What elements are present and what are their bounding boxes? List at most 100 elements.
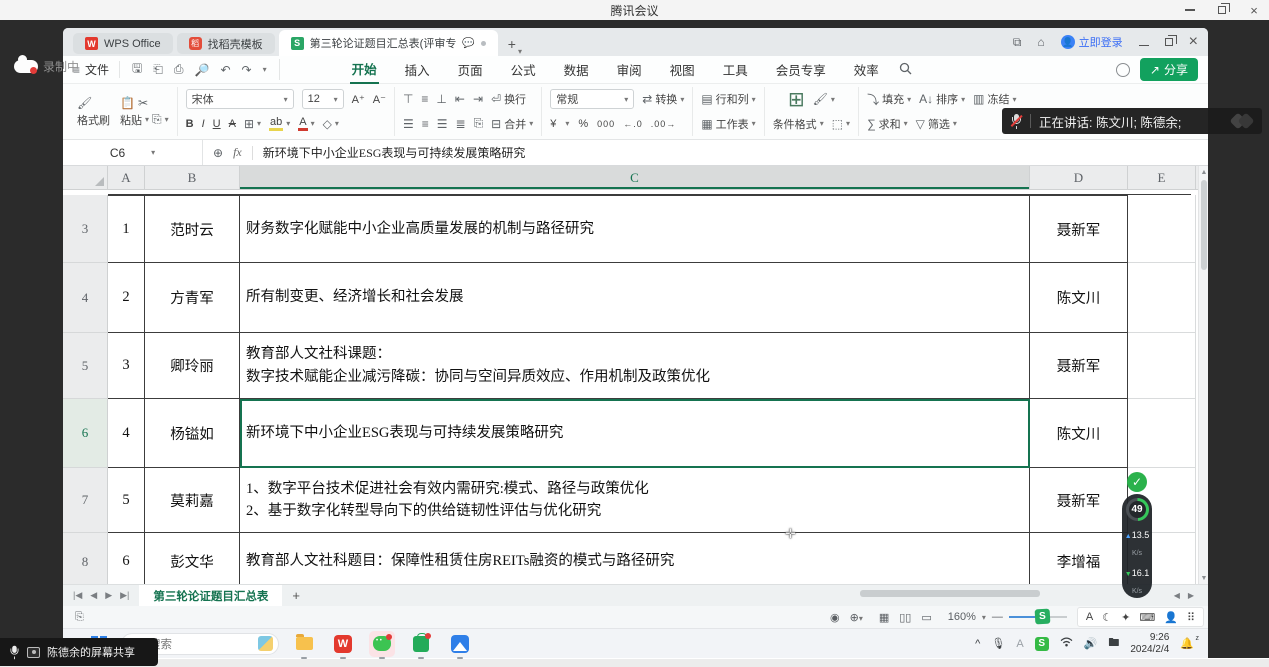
orientation-icon[interactable]: ⎘ (474, 116, 484, 131)
cell-D8[interactable]: 李增福 (1030, 533, 1128, 584)
assistant-icon[interactable] (1116, 63, 1130, 77)
indent-decrease-icon[interactable]: ⇤ (455, 92, 465, 106)
bold-button[interactable]: B (186, 118, 194, 130)
currency-button[interactable]: ¥ (550, 118, 557, 130)
cell-C5[interactable]: 教育部人文社科课题： 数字技术赋能企业减污降碳：协同与空间异质效应、作用机制及政… (240, 333, 1030, 399)
cell-A6[interactable]: 4 (108, 399, 145, 468)
menu-tools[interactable]: 工具 (721, 56, 750, 83)
new-tab-button[interactable]: + (508, 36, 516, 52)
ime-language-icon[interactable]: A (1086, 611, 1093, 623)
wps-restore-button[interactable] (1165, 33, 1173, 51)
battery-icon[interactable]: 🖿 (1108, 634, 1119, 653)
tab-docer-templates[interactable]: 稻 找稻壳模板 (177, 33, 275, 54)
zoom-slider[interactable]: S (1009, 616, 1067, 618)
align-right-icon[interactable]: ☰ (437, 117, 448, 131)
notification-bell-icon[interactable]: 🔔z (1180, 637, 1194, 650)
meeting-minimize-button[interactable] (1183, 3, 1197, 17)
cell-D3[interactable]: 聂新军 (1030, 195, 1128, 263)
freeze-button[interactable]: ▥冻结▾ (973, 91, 1016, 107)
cell-A7[interactable]: 5 (108, 468, 145, 533)
cell-B6[interactable]: 杨镒如 (145, 399, 240, 468)
tab-current-document[interactable]: S 第三轮论证题目汇总表(评审专 💬 (279, 30, 498, 56)
cell-D4[interactable]: 陈文川 (1030, 263, 1128, 333)
indent-increase-icon[interactable]: ⇥ (473, 92, 483, 106)
decimal-increase-button[interactable]: .00→ (651, 119, 677, 129)
cell-C4[interactable]: 所有制变更、经济增长和社会发展 (240, 263, 1030, 333)
cell-B4[interactable]: 方青军 (145, 263, 240, 333)
cell-B3[interactable]: 范时云 (145, 195, 240, 263)
thousands-button[interactable]: 000 (597, 119, 615, 129)
wrap-text-button[interactable]: ⏎换行 (491, 91, 526, 107)
ime-skin-icon[interactable]: 👤 (1164, 611, 1178, 624)
row-header-3[interactable]: 3 (63, 195, 108, 263)
wps-close-button[interactable]: × (1189, 33, 1198, 51)
column-header-A[interactable]: A (108, 166, 145, 189)
align-center-icon[interactable]: ≡ (422, 117, 429, 131)
add-sheet-button[interactable]: + (282, 588, 310, 603)
cell-E5[interactable] (1128, 333, 1196, 399)
row-header-8[interactable]: 8 (63, 533, 108, 584)
center-view-icon[interactable]: ⊕▾ (850, 611, 863, 624)
next-sheet-icon[interactable]: ▶ (105, 590, 112, 601)
number-format-select[interactable]: 常规▾ (550, 89, 634, 109)
cell-C3[interactable]: 财务数字化赋能中小企业高质量发展的机制与路径研究 (240, 195, 1030, 263)
row-header-7[interactable]: 7 (63, 468, 108, 533)
net-speed-widget[interactable]: ✓ 49 ▲13.5 K/s ▼16.1 K/s (1120, 472, 1154, 598)
align-bottom-icon[interactable]: ⊥ (436, 92, 446, 106)
cell-style-button[interactable]: 🖌▾ (813, 92, 835, 106)
file-menu-button[interactable]: ≡ 文件 (73, 61, 120, 78)
clear-format-button[interactable]: ◇▾ (323, 117, 339, 131)
vertical-scroll-thumb[interactable] (1201, 180, 1207, 270)
meeting-close-button[interactable]: × (1247, 3, 1261, 17)
strikethrough-button[interactable]: A (229, 118, 236, 130)
copy-icon[interactable]: ⎘ (152, 112, 162, 127)
column-header-C[interactable]: C (240, 166, 1030, 189)
page-break-view-icon[interactable]: ▯▯ (899, 611, 911, 624)
ime-toolbox-icon[interactable]: ⠿ (1187, 611, 1195, 624)
font-decrease-button[interactable]: A⁻ (373, 93, 386, 106)
column-header-E[interactable]: E (1128, 166, 1196, 189)
output-icon[interactable]: ⎗ (153, 62, 163, 77)
last-sheet-icon[interactable]: ▶| (120, 590, 129, 601)
undo-icon[interactable]: ↶ (220, 63, 230, 77)
file-explorer-icon[interactable] (291, 631, 317, 657)
screen-share-pill[interactable]: 陈德余的屏幕共享 (0, 638, 158, 666)
tray-mic-icon[interactable]: 🎙 (991, 637, 1005, 650)
cell-D5[interactable]: 聂新军 (1030, 333, 1128, 399)
wifi-icon[interactable] (1060, 637, 1073, 650)
ime-fullwidth-icon[interactable]: ☾ (1102, 611, 1112, 624)
cell-D7[interactable]: 聂新军 (1030, 468, 1128, 533)
cell-A8[interactable]: 6 (108, 533, 145, 584)
cell-C7[interactable]: 1、数字平台技术促进社会有效内需研究:模式、路径与政策优化 2、基于数字化转型导… (240, 468, 1030, 533)
cell-border-style-button[interactable]: ⬚▾ (832, 117, 850, 131)
menu-member[interactable]: 会员专享 (774, 56, 828, 83)
namebox-dropdown-icon[interactable]: ▾ (151, 148, 155, 157)
font-name-select[interactable]: 宋体▾ (186, 89, 294, 109)
italic-button[interactable]: I (202, 118, 205, 130)
cell-C6-selected[interactable]: 新环境下中小企业ESG表现与可持续发展策略研究 (240, 399, 1030, 468)
tray-ime-letter[interactable]: A (1016, 638, 1023, 650)
meeting-restore-button[interactable] (1215, 3, 1229, 17)
save-icon[interactable]: 🖫 (132, 59, 142, 80)
menu-home[interactable]: 开始 (350, 55, 379, 84)
highlight-color-button[interactable]: ab▾ (269, 116, 290, 131)
skin-settings-icon[interactable]: ⌂ (1037, 35, 1044, 49)
font-size-select[interactable]: 12▾ (302, 89, 344, 109)
sort-button[interactable]: A↓排序▾ (919, 91, 965, 107)
cell-A5[interactable]: 3 (108, 333, 145, 399)
cell-name-box[interactable]: C6 ▾ (63, 140, 203, 165)
align-middle-icon[interactable]: ≡ (421, 92, 428, 106)
scroll-down-icon[interactable]: ▼ (1199, 574, 1208, 582)
font-color-button[interactable]: A▾ (298, 116, 314, 131)
paste-button[interactable]: 📋✂ (120, 96, 169, 110)
zoom-out-button[interactable]: — (992, 611, 1003, 623)
cell-B8[interactable]: 彭文华 (145, 533, 240, 584)
cell-E6[interactable] (1128, 399, 1196, 468)
zoom-level[interactable]: 160% (948, 611, 976, 623)
print-icon[interactable]: ⎙ (174, 62, 184, 77)
percent-button[interactable]: % (578, 118, 589, 130)
underline-button[interactable]: U (213, 118, 221, 130)
cell-E4[interactable] (1128, 263, 1196, 333)
menu-review[interactable]: 审阅 (615, 56, 644, 83)
merge-cells-button[interactable]: ⊟合并▾ (491, 116, 533, 132)
